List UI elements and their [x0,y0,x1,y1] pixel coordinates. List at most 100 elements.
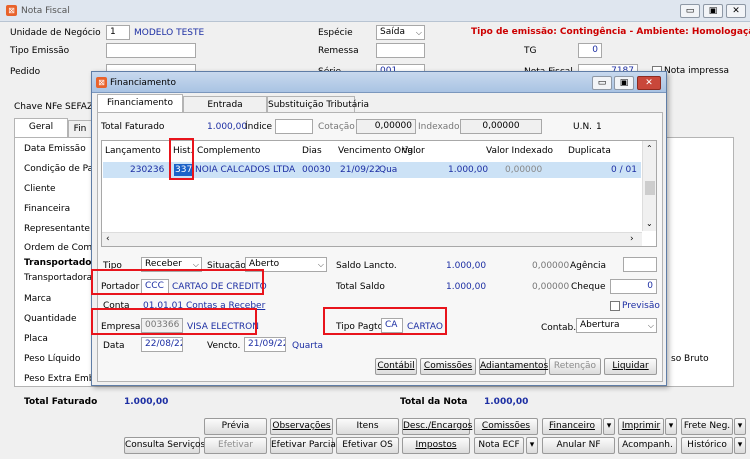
nota-ecf-button[interactable]: Nota ECF [474,437,524,454]
dlg-total-faturado-label: Total Faturado [101,122,165,132]
app-icon: ⊠ [6,5,17,16]
vencto-label: Vencto. [207,341,241,351]
acompanh-button[interactable]: Acompanh. [618,437,677,454]
col-dias: Dias [302,146,322,156]
tab-financeiro[interactable]: Fin [68,120,92,137]
cell-vencimento: 21/09/22 [340,165,381,175]
efetivar-button[interactable]: Efetivar [204,437,267,454]
previa-button[interactable]: Prévia [204,418,267,435]
grid-horizontal-scrollbar[interactable]: ‹ › [102,232,642,246]
impostos-button[interactable]: Impostos [402,437,470,454]
peso-liquido-label: Peso Líquido [24,354,81,364]
transportadora-label: Transportadora [24,273,93,283]
cell-dias: 00030 [302,165,331,175]
scroll-thumb[interactable] [645,181,655,195]
cliente-label: Cliente [24,184,56,194]
retencao-button[interactable]: Retenção [549,358,601,375]
indice-input[interactable] [275,119,313,134]
total-faturado-value: 1.000,00 [124,397,169,407]
imprimir-dropdown[interactable]: ▾ [665,418,677,435]
highlight-empresa [91,308,257,335]
previsao-checkbox[interactable] [610,301,620,311]
cotacao-label: Cotação [318,122,355,132]
minimize-button[interactable]: ▭ [680,4,700,18]
dialog-maximize-button[interactable]: ▣ [614,76,634,90]
nota-impressa-label: Nota impressa [664,66,730,76]
unidade-code-input[interactable]: 1 [106,25,130,40]
nota-ecf-dropdown[interactable]: ▾ [526,437,538,454]
dialog-app-icon: ⊠ [96,77,107,88]
tipo-emissao-input[interactable] [106,43,196,58]
consulta-servicos-button[interactable]: Consulta Serviços [124,437,205,454]
imprimir-button[interactable]: Imprimir [618,418,664,435]
contabil-button[interactable]: Contábil [375,358,417,375]
tg-label: TG [524,46,537,56]
saldo-lancto-index: 0,00000 [532,261,570,271]
cell-valor: 1.000,00 [448,165,489,175]
financeiro-dropdown[interactable]: ▾ [603,418,615,435]
cell-dia-semana: Qua [379,165,398,175]
total-saldo-index: 0,00000 [532,282,570,292]
col-complemento: Complemento [197,146,261,156]
historico-dropdown[interactable]: ▾ [734,437,746,454]
dlg-comissoes-button[interactable]: Comissões [420,358,476,375]
scroll-right-icon[interactable]: › [630,234,634,244]
especie-select[interactable]: Saída ⌵ [376,25,425,40]
dialog-title: Financiamento [110,78,176,88]
total-saldo-value: 1.000,00 [446,282,487,292]
total-saldo-label: Total Saldo [336,282,385,292]
total-nota-value: 1.000,00 [484,397,529,407]
especie-label: Espécie [318,28,353,38]
previsao-label: Previsão [622,301,660,311]
chevron-down-icon: ⌵ [317,260,324,269]
dialog-minimize-button[interactable]: ▭ [592,76,612,90]
historico-button[interactable]: Histórico [681,437,733,454]
dialog-close-button[interactable]: ✕ [637,76,661,90]
saldo-lancto-label: Saldo Lancto. [336,261,397,271]
representante-label: Representante [24,224,90,234]
tab-substituicao-tributaria[interactable]: Substituição Tributária [267,96,369,113]
indexado-input[interactable]: 0,00000 [460,119,542,134]
cell-complemento: NOIA CALCADOS LTDA [195,165,296,175]
vencto-input[interactable]: 21/09/22 [244,337,286,352]
anular-nf-button[interactable]: Anular NF [542,437,615,454]
tab-entrada[interactable]: Entrada [183,96,267,113]
efetivar-os-button[interactable]: Efetivar OS [336,437,399,454]
desc-encargos-button[interactable]: Desc./Encargos [402,418,472,435]
total-nota-label: Total da Nota [400,397,468,407]
liquidar-button[interactable]: Liquidar [604,358,657,375]
itens-button[interactable]: Itens [336,418,399,435]
contab-select[interactable]: Abertura ⌵ [576,318,657,333]
financeira-label: Financeira [24,204,71,214]
grid-vertical-scrollbar[interactable]: ⌃ ⌄ [642,141,656,231]
cheque-input[interactable]: 0 [610,279,657,294]
col-valor: Valor [402,146,425,156]
efetivar-parcial-button[interactable]: Efetivar Parcial [270,437,338,454]
window-title: Nota Fiscal [21,6,70,16]
scroll-up-icon[interactable]: ⌃ [646,144,653,153]
scroll-down-icon[interactable]: ⌄ [646,219,653,228]
tg-input[interactable]: 0 [578,43,602,58]
close-button[interactable]: ✕ [726,4,746,18]
total-faturado-label: Total Faturado [24,397,98,407]
remessa-input[interactable] [376,43,425,58]
observacoes-button[interactable]: Observações [270,418,333,435]
scroll-left-icon[interactable]: ‹ [106,234,110,244]
adiantamentos-button[interactable]: Adiantamentos [479,358,548,375]
chave-nfe-label: Chave NFe SEFAZ [14,102,94,112]
frete-neg-dropdown[interactable]: ▾ [734,418,746,435]
highlight-hist [169,138,194,180]
dlg-total-faturado-value: 1.000,00 [207,122,248,132]
cotacao-input[interactable]: 0,00000 [356,119,416,134]
tab-geral[interactable]: Geral [14,118,68,137]
tab-financiamento[interactable]: Financiamento [97,94,183,113]
un-label: U.N. [573,122,593,132]
financeiro-button[interactable]: Financeiro [542,418,602,435]
comissoes-button[interactable]: Comissões [474,418,538,435]
cell-duplicata: 0 / 01 [611,165,637,175]
agencia-input[interactable] [623,257,657,272]
frete-neg-button[interactable]: Frete Neg. [681,418,733,435]
maximize-button[interactable]: ▣ [703,4,723,18]
cheque-label: Cheque [571,282,606,292]
data-input[interactable]: 22/08/22 [141,337,183,352]
